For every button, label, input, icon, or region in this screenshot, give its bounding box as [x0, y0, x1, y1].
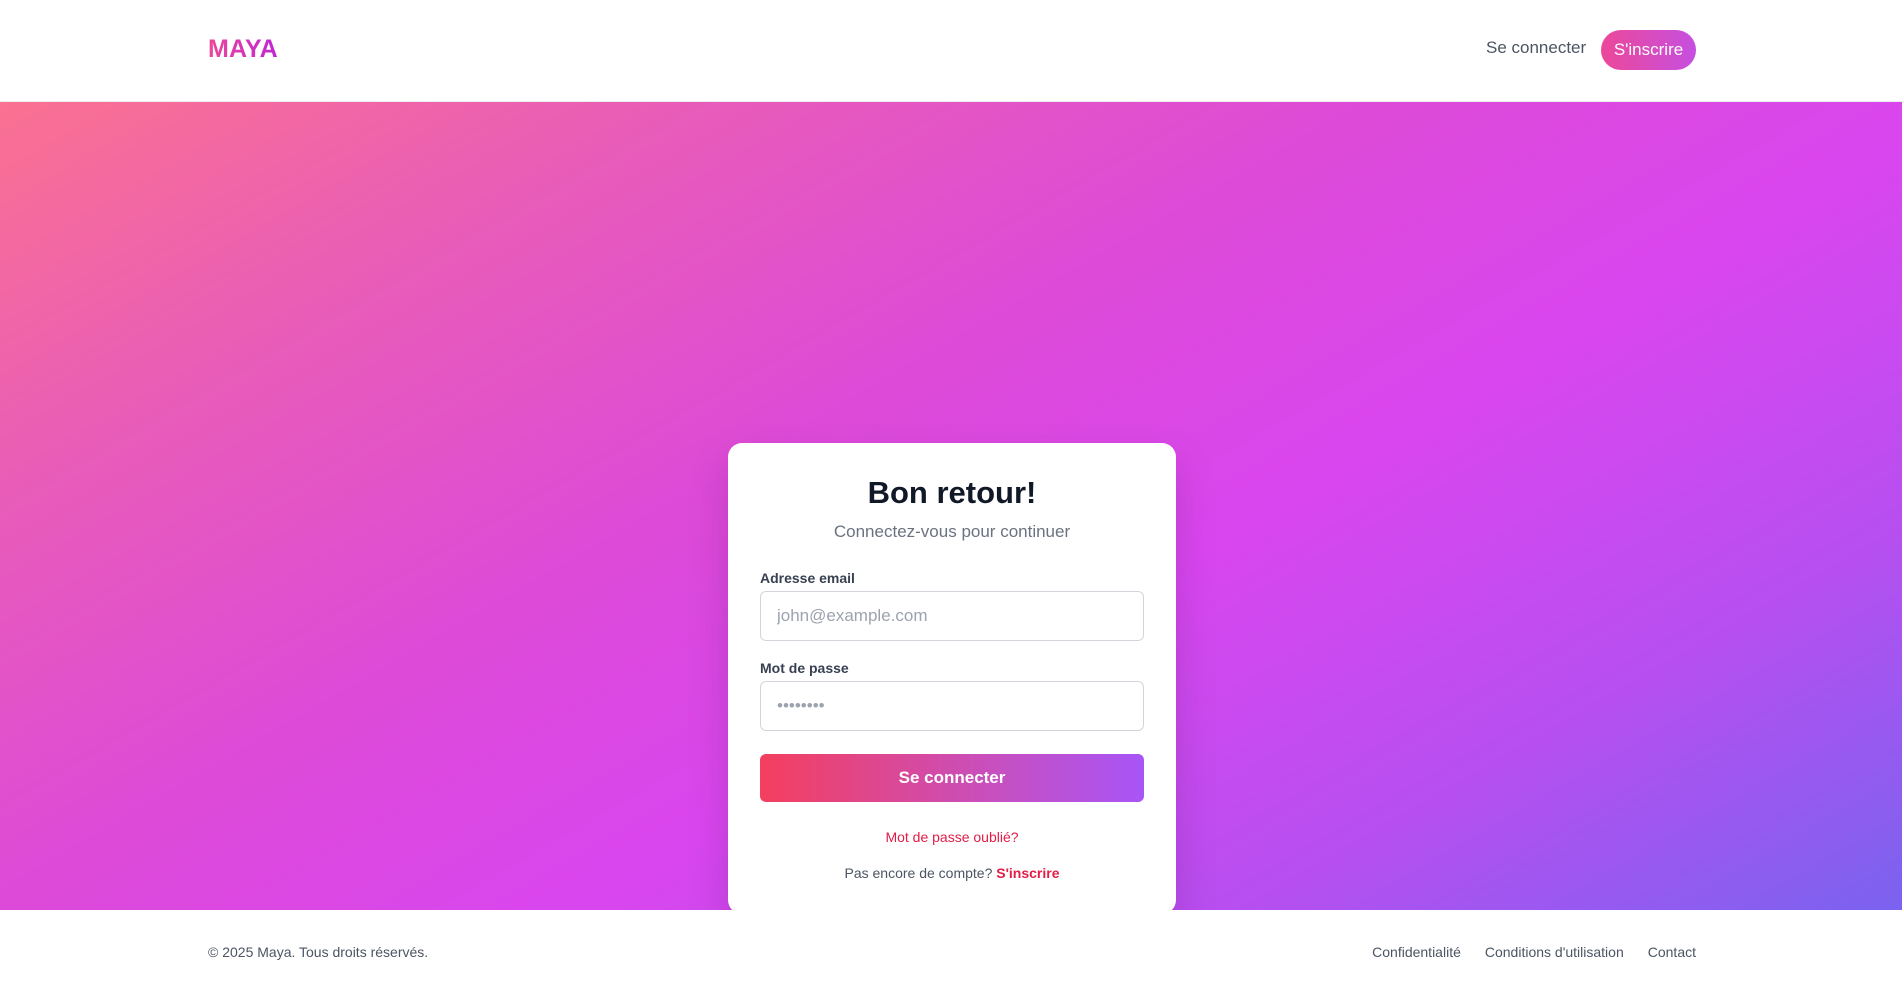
footer-link-terms[interactable]: Conditions d'utilisation	[1485, 944, 1624, 960]
login-subtitle: Connectez-vous pour continuer	[833, 522, 1071, 541]
email-input[interactable]	[760, 591, 1144, 641]
no-account-text: Pas encore de compte?	[844, 865, 993, 881]
footer-link-contact[interactable]: Contact	[1648, 944, 1696, 960]
nav-signup-button[interactable]: S'inscrire	[1601, 30, 1696, 70]
nav-login-link[interactable]: Se connecter	[1486, 38, 1586, 58]
password-label: Mot de passe	[760, 660, 849, 676]
login-title: Bon retour!	[867, 475, 1037, 510]
logo[interactable]: MAYA	[208, 35, 278, 64]
site-header: MAYA Se connecter S'inscrire	[0, 0, 1902, 102]
footer-links: Confidentialité Conditions d'utilisation…	[1372, 944, 1696, 960]
copyright-text: © 2025 Maya. Tous droits réservés.	[208, 944, 429, 960]
forgot-password-link[interactable]: Mot de passe oublié?	[728, 829, 1176, 845]
footer-link-privacy[interactable]: Confidentialité	[1372, 944, 1461, 960]
login-card: Bon retour! Connectez-vous pour continue…	[728, 443, 1176, 914]
signup-link[interactable]: S'inscrire	[996, 865, 1059, 881]
signup-prompt: Pas encore de compte? S'inscrire	[728, 865, 1176, 881]
site-footer: © 2025 Maya. Tous droits réservés. Confi…	[0, 910, 1902, 994]
password-input[interactable]	[760, 681, 1144, 731]
email-label: Adresse email	[760, 570, 855, 586]
login-submit-button[interactable]: Se connecter	[760, 754, 1144, 802]
hero-background: Bon retour! Connectez-vous pour continue…	[0, 102, 1902, 914]
